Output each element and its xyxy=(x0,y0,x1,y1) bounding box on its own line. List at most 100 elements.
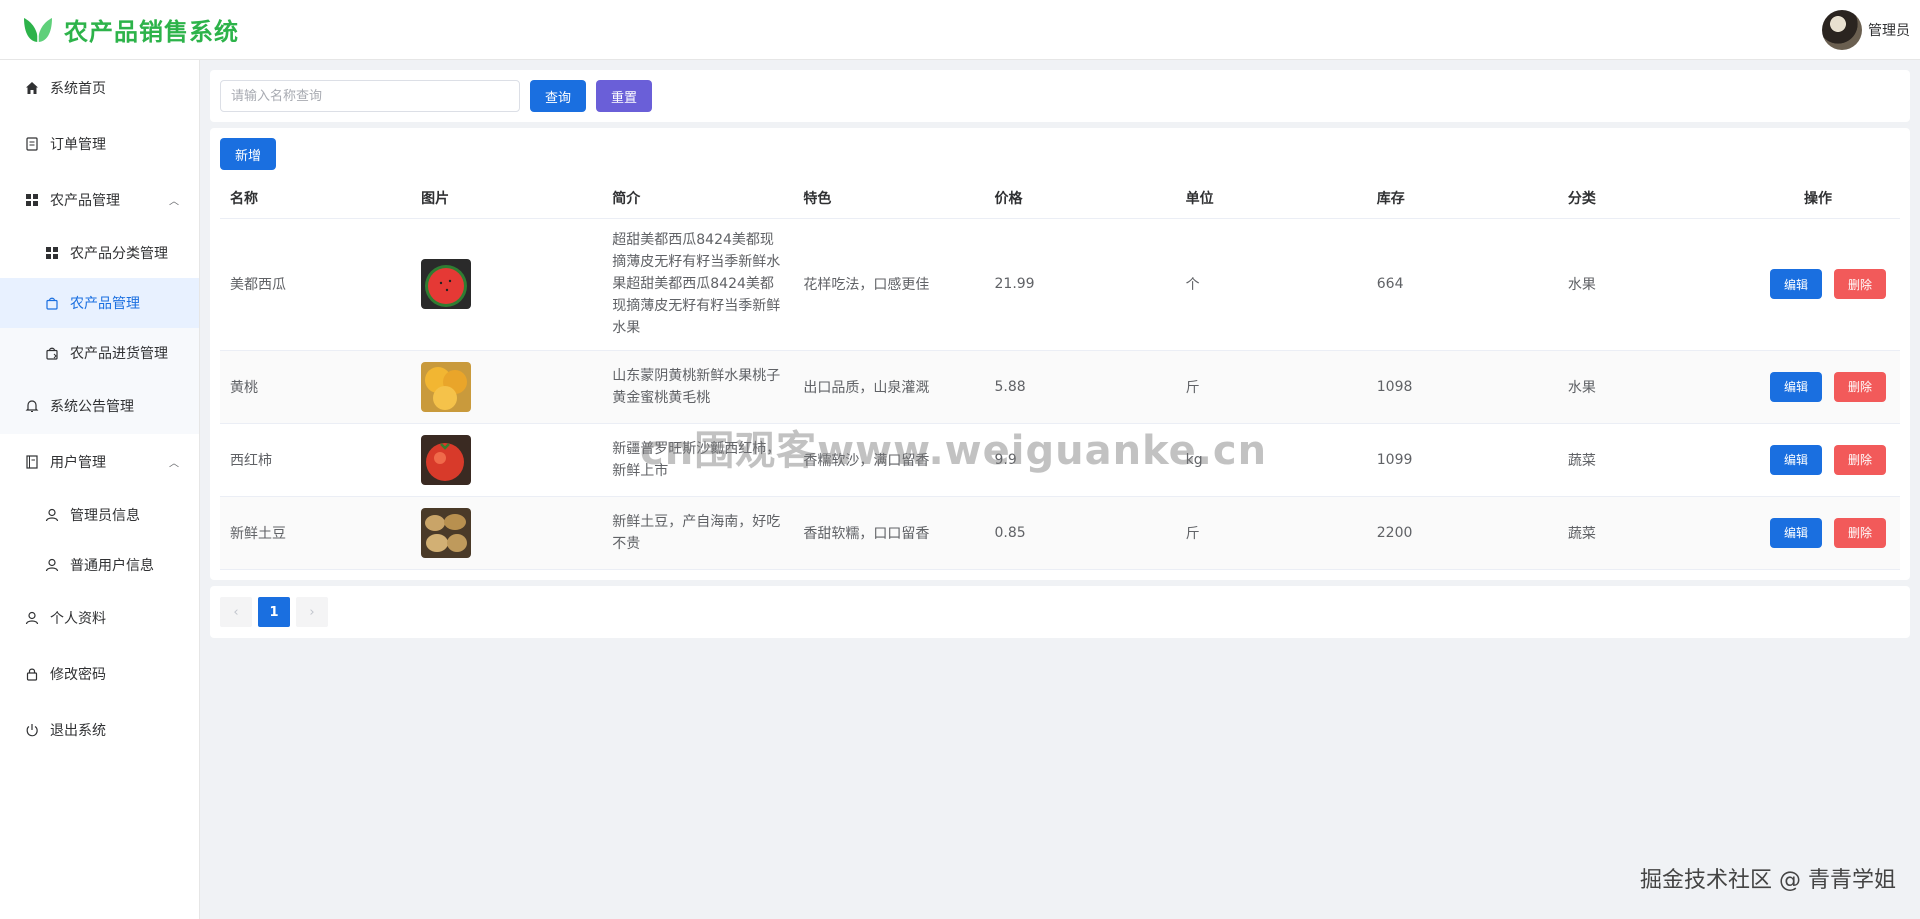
cell-category: 水果 xyxy=(1557,218,1709,351)
cell-stock: 1098 xyxy=(1366,350,1558,424)
sidebar-group-users[interactable]: 用户管理 ︿ xyxy=(0,434,199,490)
app-title: 农产品销售系统 xyxy=(64,18,239,46)
sidebar-item-label: 普通用户信息 xyxy=(70,558,154,574)
edit-button[interactable]: 编辑 xyxy=(1769,269,1822,299)
cell-name: 新鲜土豆 xyxy=(220,496,412,570)
cell-image xyxy=(411,350,603,424)
column-header-name: 名称 xyxy=(220,178,412,219)
reset-button[interactable]: 重置 xyxy=(596,80,653,112)
search-input[interactable] xyxy=(220,80,520,112)
cell-category: 水果 xyxy=(1557,350,1709,424)
power-icon xyxy=(24,722,40,738)
column-header-ops: 操作 xyxy=(1708,178,1900,219)
table-row: 美都西瓜 超甜美都西瓜8424美都现摘薄皮无籽有籽当季新鲜水果超甜美都西瓜842… xyxy=(220,218,1900,351)
yellow-peach-thumbnail[interactable] xyxy=(421,361,472,412)
edit-button[interactable]: 编辑 xyxy=(1769,371,1822,402)
delete-button[interactable]: 删除 xyxy=(1833,444,1886,475)
cell-image xyxy=(411,496,603,570)
sidebar-item-normal-user-info[interactable]: 普通用户信息 xyxy=(0,540,199,590)
grid-icon xyxy=(44,245,60,261)
column-header-intro: 简介 xyxy=(602,178,794,219)
sidebar-item-label: 修改密码 xyxy=(50,667,106,683)
edit-button[interactable]: 编辑 xyxy=(1769,444,1822,475)
grid-icon xyxy=(24,192,40,208)
cell-intro: 超甜美都西瓜8424美都现摘薄皮无籽有籽当季新鲜水果超甜美都西瓜8424美都现摘… xyxy=(602,218,794,351)
chevron-up-icon: ︿ xyxy=(169,196,179,208)
column-header-stock: 库存 xyxy=(1366,178,1558,219)
cell-price: 21.99 xyxy=(984,218,1176,351)
sidebar-item-label: 用户管理 xyxy=(50,455,106,471)
sidebar-item-purchase[interactable]: 农产品进货管理 xyxy=(0,328,199,378)
column-header-feature: 特色 xyxy=(793,178,985,219)
prev-page-button[interactable]: ‹ xyxy=(220,597,252,627)
potato-thumbnail[interactable] xyxy=(421,507,472,558)
avatar[interactable] xyxy=(1822,9,1862,50)
cell-ops: 编辑 删除 xyxy=(1708,423,1900,497)
query-button[interactable]: 查询 xyxy=(530,80,587,112)
sidebar-item-label: 退出系统 xyxy=(50,723,106,739)
sidebar-item-notice[interactable]: 系统公告管理 xyxy=(0,378,199,434)
add-button[interactable]: 新增 xyxy=(220,138,277,170)
sidebar-item-label: 系统公告管理 xyxy=(50,399,134,415)
bag-icon xyxy=(44,295,60,311)
cell-stock: 2200 xyxy=(1366,496,1558,570)
delete-button[interactable]: 删除 xyxy=(1833,517,1886,548)
table-header-row: 名称 图片 简介 特色 价格 单位 库存 分类 操作 xyxy=(220,178,1900,219)
sidebar-item-label: 系统首页 xyxy=(50,81,106,97)
top-header: 农产品销售系统 管理员 xyxy=(0,0,1920,60)
sidebar-group-products[interactable]: 农产品管理 ︿ xyxy=(0,172,199,228)
user-icon xyxy=(44,507,60,523)
delete-button[interactable]: 删除 xyxy=(1833,269,1886,299)
cell-unit: 个 xyxy=(1175,218,1367,351)
cell-unit: 斤 xyxy=(1175,496,1367,570)
sidebar-item-label: 管理员信息 xyxy=(70,508,140,524)
cell-name: 美都西瓜 xyxy=(220,218,412,351)
credit-overlay: 掘金技术社区 @ 青青学姐 xyxy=(1640,868,1896,893)
cell-intro: 山东蒙阴黄桃新鲜水果桃子黄金蜜桃黄毛桃 xyxy=(602,350,794,424)
bell-icon xyxy=(24,398,40,414)
sidebar-item-category[interactable]: 农产品分类管理 xyxy=(0,228,199,278)
next-page-button[interactable]: › xyxy=(296,597,328,627)
user-menu[interactable]: 管理员 xyxy=(1822,9,1910,50)
cell-price: 0.85 xyxy=(984,496,1176,570)
column-header-unit: 单位 xyxy=(1175,178,1367,219)
page-number-button[interactable]: 1 xyxy=(258,597,290,627)
sidebar-item-label: 农产品管理 xyxy=(70,296,140,312)
sidebar-item-orders[interactable]: 订单管理 xyxy=(0,116,199,172)
brand[interactable]: 农产品销售系统 xyxy=(20,12,239,48)
sidebar-item-home[interactable]: 系统首页 xyxy=(0,60,199,116)
leaf-logo-icon xyxy=(20,12,56,48)
sidebar-item-password[interactable]: 修改密码 xyxy=(0,646,199,702)
user-icon xyxy=(44,557,60,573)
search-bar: 查询 重置 xyxy=(210,70,1910,122)
cell-intro: 新鲜土豆，产自海南，好吃不贵 xyxy=(602,496,794,570)
column-header-category: 分类 xyxy=(1557,178,1709,219)
cell-ops: 编辑 删除 xyxy=(1708,350,1900,424)
table-row: 新鲜土豆 新鲜土豆，产自海南，好吃不贵 香甜软糯，口口留香 0.85 斤 220… xyxy=(220,496,1900,570)
cell-name: 黄桃 xyxy=(220,350,412,424)
watermark-overlay: cn围观客www.weiguanke.cn xyxy=(640,428,1268,474)
sidebar-item-label: 农产品管理 xyxy=(50,193,120,209)
cell-ops: 编辑 删除 xyxy=(1708,496,1900,570)
watermelon-thumbnail[interactable] xyxy=(421,259,472,309)
document-icon xyxy=(24,136,40,152)
cell-category: 蔬菜 xyxy=(1557,423,1709,497)
column-header-image: 图片 xyxy=(411,178,603,219)
cell-ops: 编辑 删除 xyxy=(1708,218,1900,351)
sidebar-item-label: 农产品进货管理 xyxy=(70,346,168,362)
sidebar-item-label: 农产品分类管理 xyxy=(70,246,168,262)
cell-stock: 1099 xyxy=(1366,423,1558,497)
tomato-thumbnail[interactable] xyxy=(421,434,472,485)
home-icon xyxy=(24,80,40,96)
sidebar-item-logout[interactable]: 退出系统 xyxy=(0,702,199,758)
sidebar-item-profile[interactable]: 个人资料 xyxy=(0,590,199,646)
delete-button[interactable]: 删除 xyxy=(1833,371,1886,402)
sidebar-item-products[interactable]: 农产品管理 xyxy=(0,278,199,328)
user-icon xyxy=(24,610,40,626)
edit-button[interactable]: 编辑 xyxy=(1769,517,1822,548)
cell-feature: 香甜软糯，口口留香 xyxy=(793,496,985,570)
cell-feature: 出口品质，山泉灌溉 xyxy=(793,350,985,424)
cell-unit: 斤 xyxy=(1175,350,1367,424)
sidebar-item-admin-info[interactable]: 管理员信息 xyxy=(0,490,199,540)
cell-image xyxy=(411,423,603,497)
